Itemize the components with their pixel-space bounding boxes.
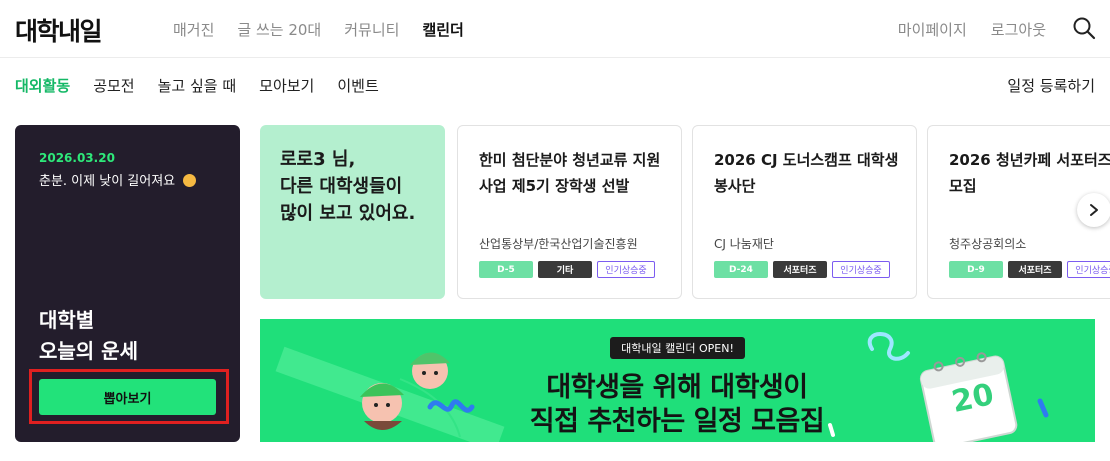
dday-badge: D-9 (949, 261, 1003, 278)
util-nav: 마이페이지 로그아웃 (898, 19, 1046, 40)
greeting-line3: 많이 보고 있어요. (280, 203, 416, 224)
register-schedule-link[interactable]: 일정 등록하기 (1007, 75, 1095, 96)
subnav-activities[interactable]: 대외활동 (15, 75, 70, 96)
greeting-line1: 로로3 님, (280, 149, 356, 170)
popular-badge: 인기상승중 (1067, 261, 1110, 278)
fortune-message-text: 춘분. 이제 낮이 길어져요 (39, 174, 176, 189)
search-icon[interactable] (1072, 16, 1096, 40)
event-card-org: 청주상공회의소 (949, 237, 1027, 251)
event-card-org: 산업통상부/한국산업기술진흥원 (479, 237, 638, 251)
fortune-title-line1: 대학별 (39, 308, 95, 332)
popular-badge: 인기상승중 (832, 261, 890, 278)
subnav-collection[interactable]: 모아보기 (259, 75, 314, 96)
open-pill-badge: 대학내일 캘린더 OPEN! (610, 337, 745, 359)
greeting-line2: 다른 대학생들이 (280, 176, 403, 197)
nav-magazine[interactable]: 매거진 (173, 19, 214, 40)
subnav-contests[interactable]: 공모전 (93, 75, 134, 96)
logo[interactable]: 대학내일 (15, 12, 103, 48)
character-illustration (360, 352, 450, 430)
event-card-org: CJ 나눔재단 (714, 237, 774, 251)
mypage-link[interactable]: 마이페이지 (898, 19, 967, 40)
event-card-tags: D-5 기타 인기상승중 (479, 261, 655, 278)
event-card-title: 2026 청년카페 서포터즈 기 모집 (949, 151, 1110, 195)
fortune-message: 춘분. 이제 낮이 길어져요 (39, 170, 197, 189)
subnav-events[interactable]: 이벤트 (337, 75, 378, 96)
greeting-text: 로로3 님, 다른 대학생들이 많이 보고 있어요. (280, 146, 415, 227)
popular-badge: 인기상승중 (597, 261, 655, 278)
chevron-right-icon (1090, 204, 1098, 216)
nav-community[interactable]: 커뮤니티 (344, 19, 399, 40)
event-card-2[interactable]: 2026 CJ 도너스캠프 대학생 봉사단 CJ 나눔재단 D-24 서포터즈 … (692, 125, 917, 299)
highlight-box (29, 369, 229, 424)
category-badge: 서포터즈 (773, 261, 827, 278)
top-header: 대학내일 매거진 글 쓰는 20대 커뮤니티 캘린더 마이페이지 로그아웃 (0, 0, 1110, 58)
dday-badge: D-24 (714, 261, 768, 278)
logout-link[interactable]: 로그아웃 (991, 19, 1046, 40)
event-card-title: 2026 CJ 도너스캠프 대학생 봉사단 (714, 151, 899, 195)
greeting-card: 로로3 님, 다른 대학생들이 많이 보고 있어요. (260, 125, 445, 299)
fortune-title: 대학별 오늘의 운세 (39, 305, 138, 367)
dday-badge: D-5 (479, 261, 533, 278)
main-nav: 매거진 글 쓰는 20대 커뮤니티 캘린더 (173, 19, 464, 40)
nav-writing-20s[interactable]: 글 쓰는 20대 (237, 19, 321, 40)
sub-nav: 대외활동 공모전 놀고 싶을 때 모아보기 이벤트 (15, 75, 379, 96)
category-badge: 기타 (538, 261, 592, 278)
event-card-title: 한미 첨단분야 청년교류 지원사업 제5기 장학생 선발 (479, 151, 661, 195)
category-badge: 서포터즈 (1008, 261, 1062, 278)
carousel-next-button[interactable] (1077, 193, 1110, 227)
nav-calendar[interactable]: 캘린더 (422, 19, 463, 40)
event-card-tags: D-9 서포터즈 인기상승중 (949, 261, 1110, 278)
sun-emoji-icon (183, 174, 197, 187)
event-card-tags: D-24 서포터즈 인기상승중 (714, 261, 890, 278)
fortune-title-line2: 오늘의 운세 (39, 339, 138, 363)
banner-headline-line2: 직접 추천하는 일정 모음집 (529, 406, 825, 437)
calendar-open-banner[interactable]: 대학내일 캘린더 OPEN! 대학생을 위해 대학생이 직접 추천하는 일정 모… (260, 319, 1095, 442)
fortune-date: 2026.03.20 (39, 151, 115, 165)
subnav-play[interactable]: 놀고 싶을 때 (158, 75, 237, 96)
event-card-1[interactable]: 한미 첨단분야 청년교류 지원사업 제5기 장학생 선발 산업통상부/한국산업기… (457, 125, 682, 299)
